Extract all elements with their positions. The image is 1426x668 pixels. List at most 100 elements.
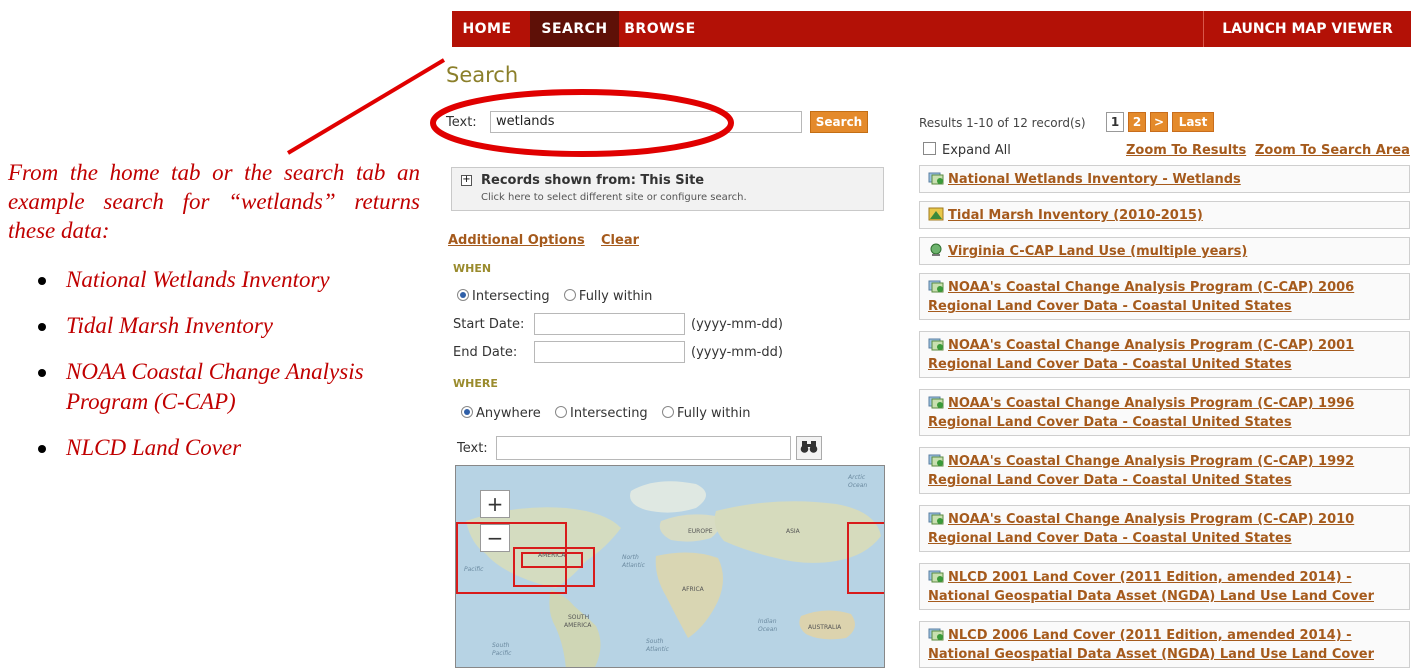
- where-anywhere-radio[interactable]: [461, 406, 473, 418]
- result-title[interactable]: NOAA's Coastal Change Analysis Program (…: [928, 278, 1401, 297]
- map-layer-icon: [928, 172, 948, 187]
- result-title-continued[interactable]: Regional Land Cover Data - Coastal Unite…: [928, 413, 1401, 432]
- result-title-continued[interactable]: Regional Land Cover Data - Coastal Unite…: [928, 297, 1401, 316]
- map-label: AUSTRALIA: [808, 624, 842, 631]
- result-title-continued[interactable]: National Geospatial Data Asset (NGDA) La…: [928, 645, 1401, 664]
- result-title[interactable]: Tidal Marsh Inventory (2010-2015): [928, 206, 1401, 225]
- result-item[interactable]: Virginia C-CAP Land Use (multiple years): [919, 237, 1410, 265]
- start-date-hint: (yyyy-mm-dd): [691, 317, 783, 332]
- result-item[interactable]: NOAA's Coastal Change Analysis Program (…: [919, 505, 1410, 552]
- annotation-bullet: National Wetlands Inventory: [38, 265, 420, 295]
- when-radio-group: Intersecting Fully within: [457, 289, 652, 304]
- expand-all-checkbox[interactable]: [923, 142, 936, 155]
- map-label: AMERICA: [564, 622, 592, 629]
- end-date-input[interactable]: [534, 341, 685, 363]
- when-intersecting-radio[interactable]: [457, 289, 469, 301]
- end-date-hint: (yyyy-mm-dd): [691, 345, 783, 360]
- map-layer-icon: [928, 628, 948, 643]
- result-title[interactable]: NLCD 2006 Land Cover (2011 Edition, amen…: [928, 626, 1401, 645]
- result-item[interactable]: NLCD 2006 Land Cover (2011 Edition, amen…: [919, 621, 1410, 668]
- map-layer-icon: [928, 512, 948, 527]
- start-date-input[interactable]: [534, 313, 685, 335]
- result-title[interactable]: National Wetlands Inventory - Wetlands: [928, 170, 1401, 189]
- bullet-icon: [38, 323, 46, 331]
- when-fully-within-radio[interactable]: [563, 289, 576, 301]
- annotation-bullet: NOAA Coastal Change Analysis Program (C-…: [38, 357, 420, 417]
- start-date-label: Start Date:: [453, 317, 525, 332]
- clear-link[interactable]: Clear: [601, 233, 639, 248]
- map-label: AMERICA: [538, 552, 566, 559]
- map-label: Indian: [758, 618, 777, 625]
- result-title[interactable]: NOAA's Coastal Change Analysis Program (…: [928, 394, 1401, 413]
- where-intersecting-radio[interactable]: [555, 406, 568, 418]
- result-item[interactable]: NOAA's Coastal Change Analysis Program (…: [919, 389, 1410, 436]
- map-label: Atlantic: [622, 562, 645, 569]
- records-source-subtitle: Click here to select different site or c…: [481, 192, 747, 203]
- result-title[interactable]: NLCD 2001 Land Cover (2011 Edition, amen…: [928, 568, 1401, 587]
- map-zoom-out-button[interactable]: −: [480, 524, 510, 552]
- where-intersecting-label: Intersecting: [570, 406, 648, 421]
- when-heading: WHEN: [453, 262, 492, 275]
- expand-all-toggle[interactable]: Expand All: [923, 142, 1011, 158]
- where-text-label: Text:: [457, 441, 488, 456]
- result-item[interactable]: NOAA's Coastal Change Analysis Program (…: [919, 273, 1410, 320]
- map-label: ASIA: [786, 528, 800, 535]
- annotation-bullet: NLCD Land Cover: [38, 433, 420, 463]
- where-text-input[interactable]: [496, 436, 791, 460]
- result-item[interactable]: NOAA's Coastal Change Analysis Program (…: [919, 331, 1410, 378]
- world-map[interactable]: Arctic Ocean AMERICA EUROPE ASIA North A…: [455, 465, 885, 668]
- map-label: Pacific: [492, 650, 512, 657]
- when-intersecting-label: Intersecting: [472, 289, 550, 304]
- result-title-continued[interactable]: Regional Land Cover Data - Coastal Unite…: [928, 355, 1401, 374]
- result-item[interactable]: Tidal Marsh Inventory (2010-2015): [919, 201, 1410, 229]
- map-label: Atlantic: [646, 646, 669, 653]
- next-page-button[interactable]: >: [1150, 112, 1168, 132]
- callout-line: [286, 58, 446, 155]
- result-title[interactable]: NOAA's Coastal Change Analysis Program (…: [928, 510, 1401, 529]
- when-fully-within-label: Fully within: [578, 289, 653, 304]
- result-item[interactable]: NOAA's Coastal Change Analysis Program (…: [919, 447, 1410, 494]
- binoculars-icon[interactable]: [796, 436, 822, 460]
- annotation-panel: From the home tab or the search tab an e…: [8, 158, 420, 479]
- result-title[interactable]: NOAA's Coastal Change Analysis Program (…: [928, 336, 1401, 355]
- tab-search[interactable]: SEARCH: [530, 11, 619, 47]
- map-label: North: [622, 554, 639, 561]
- records-source-box[interactable]: + Records shown from: This Site Click he…: [451, 167, 884, 211]
- zoom-to-results-link[interactable]: Zoom To Results: [1126, 143, 1246, 158]
- page-1-button[interactable]: 1: [1106, 112, 1124, 132]
- map-layer-icon: [928, 396, 948, 411]
- additional-options-link[interactable]: Additional Options: [448, 233, 585, 248]
- where-anywhere-label: Anywhere: [476, 406, 541, 421]
- search-button[interactable]: Search: [810, 111, 868, 133]
- map-layer-icon: [928, 280, 948, 295]
- bullet-icon: [38, 445, 46, 453]
- zoom-to-search-area-link[interactable]: Zoom To Search Area: [1255, 143, 1410, 158]
- search-input[interactable]: wetlands: [490, 111, 802, 133]
- map-label: Arctic: [848, 474, 866, 481]
- map-layer-icon: [928, 338, 948, 353]
- result-item[interactable]: NLCD 2001 Land Cover (2011 Edition, amen…: [919, 563, 1410, 610]
- last-page-button[interactable]: Last: [1172, 112, 1214, 132]
- bullet-icon: [38, 277, 46, 285]
- result-title[interactable]: NOAA's Coastal Change Analysis Program (…: [928, 452, 1401, 471]
- map-zoom-in-button[interactable]: +: [480, 490, 510, 518]
- expand-plus-icon[interactable]: +: [461, 175, 472, 186]
- map-label: Pacific: [464, 566, 484, 573]
- search-text-label: Text:: [446, 115, 477, 130]
- map-label: Ocean: [848, 482, 868, 489]
- result-title-continued[interactable]: National Geospatial Data Asset (NGDA) La…: [928, 587, 1401, 606]
- tab-home[interactable]: HOME: [452, 11, 522, 47]
- bullet-icon: [38, 369, 46, 377]
- result-title-continued[interactable]: Regional Land Cover Data - Coastal Unite…: [928, 529, 1401, 548]
- result-title-continued[interactable]: Regional Land Cover Data - Coastal Unite…: [928, 471, 1401, 490]
- result-title[interactable]: Virginia C-CAP Land Use (multiple years): [928, 242, 1401, 261]
- page-2-button[interactable]: 2: [1128, 112, 1146, 132]
- tab-browse[interactable]: BROWSE: [620, 11, 700, 47]
- launch-map-viewer-button[interactable]: LAUNCH MAP VIEWER: [1203, 11, 1411, 47]
- annotation-paragraph: From the home tab or the search tab an e…: [8, 160, 420, 243]
- where-radio-group: Anywhere Intersecting Fully within: [461, 406, 750, 421]
- where-fully-within-radio[interactable]: [661, 406, 674, 418]
- map-label: South: [492, 642, 510, 649]
- result-item[interactable]: National Wetlands Inventory - Wetlands: [919, 165, 1410, 193]
- where-heading: WHERE: [453, 377, 498, 390]
